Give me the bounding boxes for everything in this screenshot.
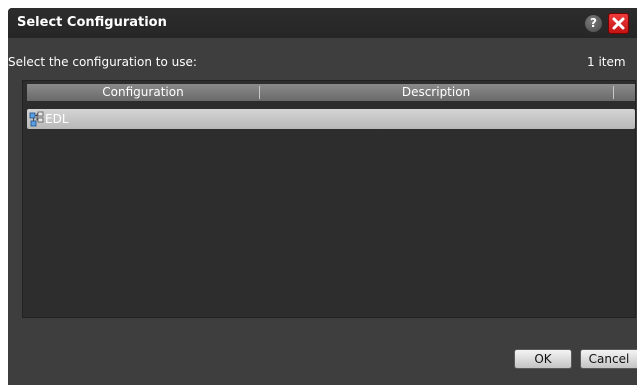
help-button[interactable]: ?	[584, 14, 603, 33]
help-icon: ?	[590, 16, 597, 30]
configuration-name: EDL	[45, 112, 69, 126]
dialog-title: Select Configuration	[17, 15, 167, 30]
column-header-configuration[interactable]: Configuration	[27, 84, 259, 101]
configuration-list[interactable]: Configuration Description EDL	[22, 80, 636, 318]
ok-button[interactable]: OK	[514, 349, 572, 369]
list-header: Configuration Description	[27, 84, 635, 101]
title-bar[interactable]: Select Configuration ?	[8, 8, 637, 38]
item-count: 1 item	[587, 55, 626, 69]
close-button[interactable]	[608, 13, 629, 34]
list-item[interactable]: EDL	[27, 109, 635, 129]
cancel-button[interactable]: Cancel	[580, 349, 637, 369]
close-icon	[612, 17, 625, 30]
configuration-icon	[29, 111, 44, 127]
select-configuration-dialog: Select Configuration ? Select the config…	[8, 8, 637, 385]
prompt-label: Select the configuration to use:	[8, 55, 197, 69]
column-header-description[interactable]: Description	[260, 84, 612, 101]
column-divider[interactable]	[613, 86, 614, 99]
